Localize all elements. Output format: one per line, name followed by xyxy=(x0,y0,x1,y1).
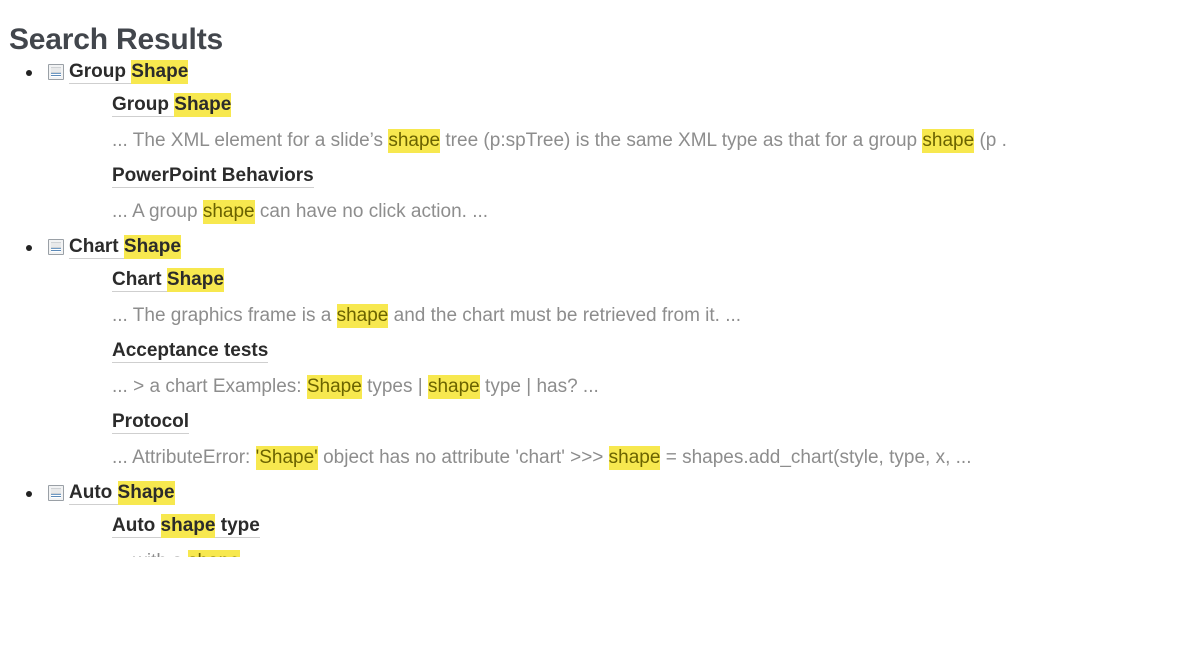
search-result-item: Auto ShapeAuto shape type... with a shap… xyxy=(0,479,1200,557)
sub-result-title-row: PowerPoint Behaviors xyxy=(112,158,1200,195)
sub-result: PowerPoint Behaviors ... A group shape ca… xyxy=(112,158,1200,229)
text-fragment: ... The graphics frame is a xyxy=(112,305,337,326)
text-fragment: can have no click action. ... xyxy=(254,201,489,222)
text-fragment: ... with a xyxy=(112,551,188,557)
sub-result-title-row: Acceptance tests xyxy=(112,333,1200,370)
text-fragment: ... The XML element for a slide’s xyxy=(112,130,389,151)
highlight-match: Shape xyxy=(166,268,224,292)
text-fragment: types | xyxy=(361,376,428,397)
sub-result: Chart Shape ... The graphics frame is a s… xyxy=(112,262,1200,333)
highlight-match: shape xyxy=(160,514,216,538)
page-title: Search Results xyxy=(9,23,223,56)
text-fragment: object has no attribute 'chart' >>> xyxy=(317,447,609,468)
bullet-point xyxy=(26,70,32,76)
highlight-match: 'Shape' xyxy=(255,446,318,470)
highlight-match: shape xyxy=(608,446,661,470)
result-link[interactable]: Auto Shape xyxy=(69,481,175,505)
document-icon xyxy=(48,485,64,501)
highlight-match: Shape xyxy=(117,481,175,505)
highlight-match: Shape xyxy=(306,375,362,399)
bullet-point xyxy=(26,491,32,497)
text-fragment: PowerPoint Behaviors xyxy=(112,165,314,186)
highlight-match: shape xyxy=(922,129,975,153)
sub-result: Auto shape type ... with a shape ... xyxy=(112,508,1200,557)
text-fragment: Auto xyxy=(112,515,161,536)
result-header-row: Auto Shape xyxy=(48,479,1200,508)
highlight-match: shape xyxy=(427,375,480,399)
sub-result-snippet: ... > a chart Examples: Shape types | sh… xyxy=(112,370,1200,404)
text-fragment: ... A group xyxy=(112,201,203,222)
text-fragment: Chart xyxy=(69,236,124,257)
text-fragment: Auto xyxy=(69,482,118,503)
result-link[interactable]: Group Shape xyxy=(69,60,189,84)
result-link[interactable]: Chart Shape xyxy=(69,235,181,259)
text-fragment: Protocol xyxy=(112,411,190,432)
highlight-match: shape xyxy=(388,129,441,153)
result-header-row: Group Shape xyxy=(48,58,1200,87)
sub-result-title-row: Chart Shape xyxy=(112,262,1200,299)
sub-result: Protocol ... AttributeError: 'Shape' obje… xyxy=(112,404,1200,475)
highlight-match: Shape xyxy=(174,93,232,117)
text-fragment: Group xyxy=(69,61,132,82)
sub-result-title-row: Protocol xyxy=(112,404,1200,441)
text-fragment: Acceptance tests xyxy=(112,340,269,361)
highlight-match: shape xyxy=(188,550,240,557)
search-results-page: Search Results Group Shape Group Shape...… xyxy=(0,0,1200,655)
text-fragment: Chart xyxy=(112,269,167,290)
sub-result-link[interactable]: Protocol xyxy=(112,411,190,434)
sub-result-snippet: ... with a shape ... xyxy=(112,545,1200,557)
document-icon xyxy=(48,64,64,80)
sub-result-snippet: ... AttributeError: 'Shape' object has n… xyxy=(112,441,1200,475)
highlight-match: Shape xyxy=(123,235,181,259)
sub-result-link[interactable]: PowerPoint Behaviors xyxy=(112,165,314,188)
text-fragment: ... > a chart Examples: xyxy=(112,376,307,397)
sub-result-link[interactable]: Acceptance tests xyxy=(112,340,269,363)
sub-result-snippet: ... A group shape can have no click acti… xyxy=(112,195,1200,229)
sub-results-list: Auto shape type ... with a shape ... xyxy=(48,508,1200,557)
sub-result-title-row: Auto shape type xyxy=(112,508,1200,545)
sub-result-snippet: ... The graphics frame is a shape and th… xyxy=(112,299,1200,333)
search-result-item: Group Shape Group Shape... The XML elemen… xyxy=(0,58,1200,229)
search-results-list: Group Shape Group Shape... The XML elemen… xyxy=(0,58,1200,557)
search-result-item: Chart Shape Chart Shape... The graphics f… xyxy=(0,233,1200,475)
sub-result-title-row: Group Shape xyxy=(112,87,1200,124)
sub-result-snippet: ... The XML element for a slide’s shape … xyxy=(112,124,1200,158)
sub-result-link[interactable]: Group Shape xyxy=(112,93,232,117)
text-fragment: = shapes.add_chart(style, type, x, ... xyxy=(660,447,972,468)
sub-result-link[interactable]: Auto shape type xyxy=(112,514,260,538)
highlight-match: Shape xyxy=(131,60,189,84)
highlight-match: shape xyxy=(336,304,389,328)
text-fragment: type xyxy=(215,515,260,536)
sub-results-list: Chart Shape ... The graphics frame is a s… xyxy=(48,262,1200,475)
text-fragment: tree (p:spTree) is the same XML type as … xyxy=(440,130,923,151)
sub-results-list: Group Shape ... The XML element for a sli… xyxy=(48,87,1200,229)
result-header-row: Chart Shape xyxy=(48,233,1200,262)
bullet-point xyxy=(26,245,32,251)
text-fragment: ... AttributeError: xyxy=(112,447,256,468)
sub-result-link[interactable]: Chart Shape xyxy=(112,268,224,292)
text-fragment: Group xyxy=(112,94,175,115)
text-fragment: ... xyxy=(240,551,261,557)
highlight-match: shape xyxy=(202,200,255,224)
text-fragment: and the chart must be retrieved from it.… xyxy=(388,305,742,326)
sub-result: Group Shape ... The XML element for a sli… xyxy=(112,87,1200,158)
sub-result: Acceptance tests ... > a chart Examples: … xyxy=(112,333,1200,404)
text-fragment: (p . xyxy=(974,130,1007,151)
document-icon xyxy=(48,239,64,255)
text-fragment: type | has? ... xyxy=(479,376,599,397)
